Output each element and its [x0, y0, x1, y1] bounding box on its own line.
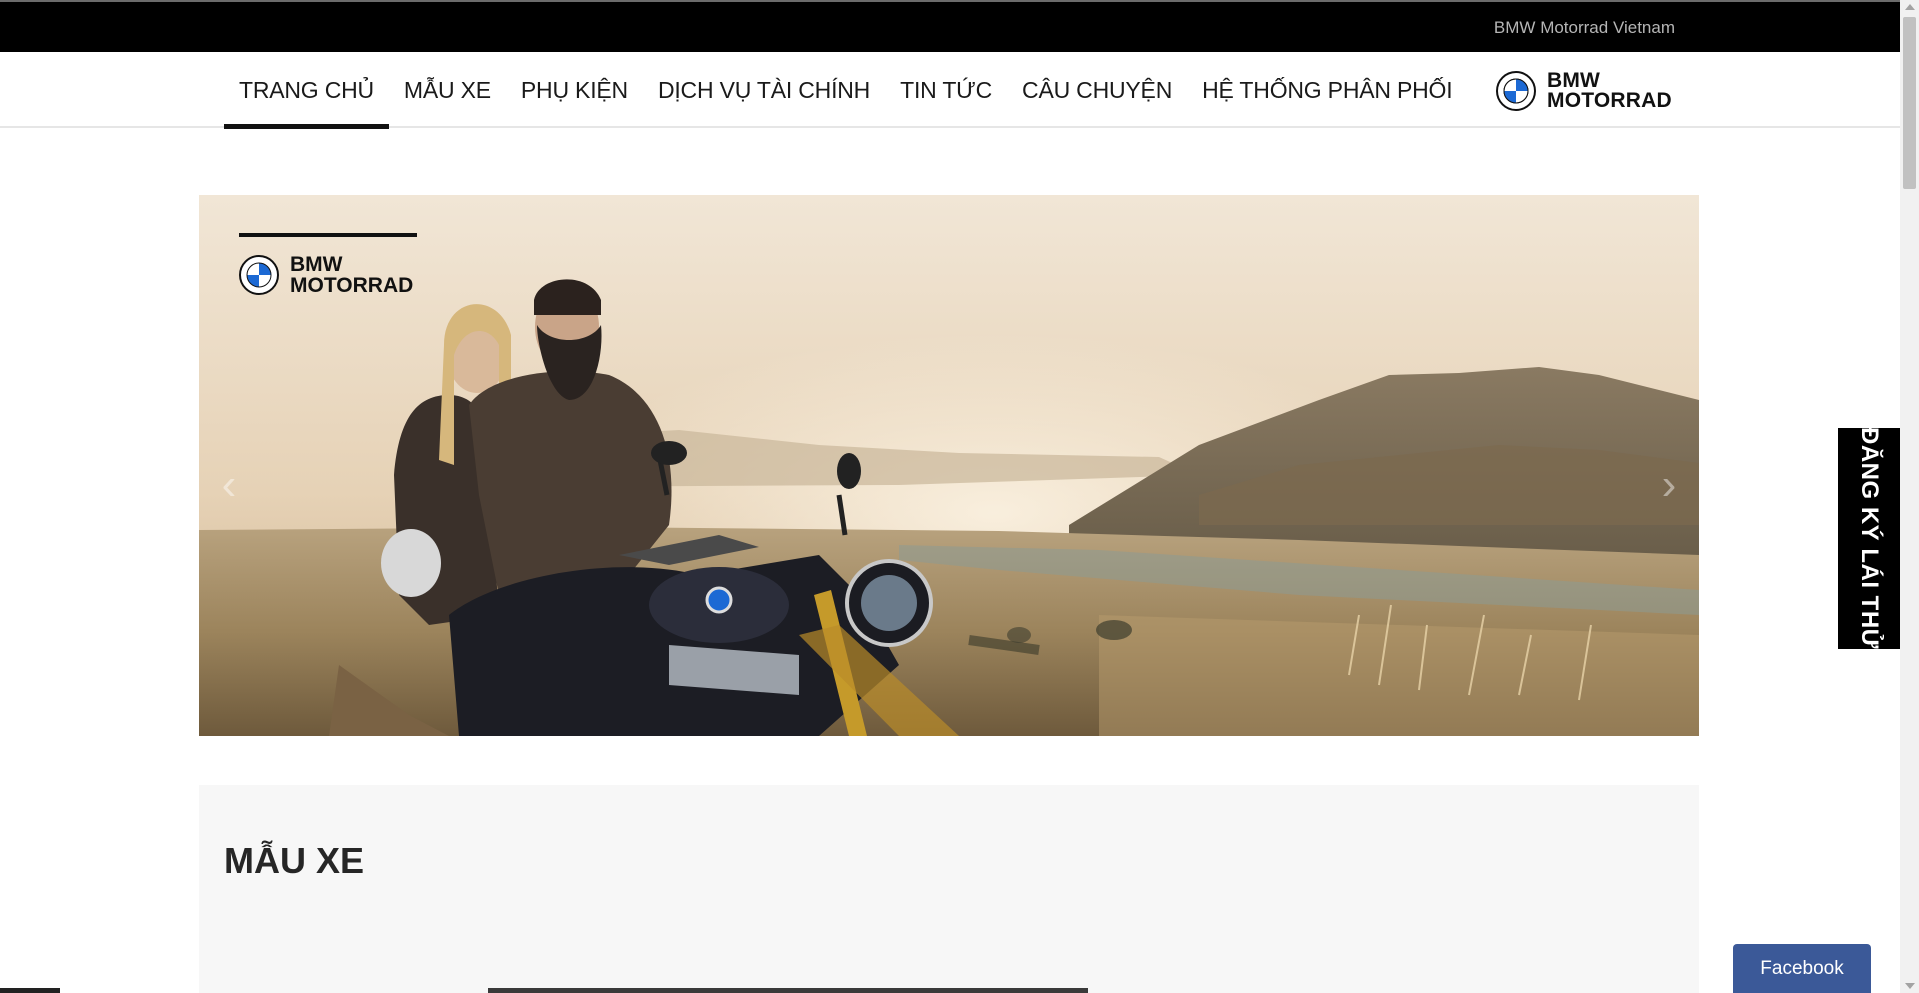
scroll-up-arrow-icon[interactable] — [1905, 4, 1915, 10]
page-scrollbar[interactable] — [1900, 0, 1919, 993]
test-ride-register-tab[interactable]: ĐĂNG KÝ LÁI THỬ — [1838, 427, 1900, 650]
scroll-thumb[interactable] — [1903, 17, 1916, 189]
chevron-right-icon: › — [1661, 460, 1677, 509]
top-bar: BMW Motorrad Vietnam — [0, 0, 1900, 52]
hero-logo-line2: MOTORRAD — [290, 274, 414, 297]
chevron-left-icon: ‹ — [221, 460, 237, 509]
bottom-edge — [0, 988, 1900, 993]
carousel-next-button[interactable]: › — [1639, 365, 1699, 605]
bmw-motorrad-logo[interactable]: BMW MOTORRAD — [1496, 69, 1676, 113]
top-bar-brand-text: BMW Motorrad Vietnam — [1493, 18, 1675, 37]
hero-logo-line1: BMW — [290, 253, 343, 276]
nav-item-mau-xe[interactable]: MẪU XE — [389, 52, 506, 128]
hero-logo-rule — [239, 233, 417, 237]
logo-text-line2: MOTORRAD — [1547, 89, 1672, 112]
nav-item-trang-chu[interactable]: TRANG CHỦ — [224, 52, 389, 129]
bmw-roundel-icon — [1496, 71, 1536, 111]
nav-item-cau-chuyen[interactable]: CÂU CHUYỆN — [1007, 52, 1187, 128]
facebook-button[interactable]: Facebook — [1733, 944, 1871, 993]
logo-text-line1: BMW — [1547, 69, 1601, 92]
models-section-title: MẪU XE — [224, 840, 365, 881]
hero-banner[interactable]: BMW MOTORRAD ‹ › — [199, 195, 1699, 736]
nav-item-phu-kien[interactable]: PHỤ KIỆN — [506, 52, 643, 128]
scroll-down-arrow-icon[interactable] — [1905, 983, 1915, 989]
models-section: MẪU XE — [199, 785, 1699, 993]
hero-logo-text: BMW MOTORRAD — [290, 254, 413, 296]
nav-item-dich-vu-tai-chinh[interactable]: DỊCH VỤ TÀI CHÍNH — [643, 52, 885, 128]
hero-logo: BMW MOTORRAD — [239, 233, 419, 296]
hero-image — [199, 195, 1699, 736]
test-ride-register-label: ĐĂNG KÝ LÁI THỬ — [1856, 427, 1883, 650]
nav-item-tin-tuc[interactable]: TIN TỨC — [885, 52, 1007, 128]
carousel-prev-button[interactable]: ‹ — [199, 365, 259, 605]
nav-list: TRANG CHỦ MẪU XE PHỤ KIỆN DỊCH VỤ TÀI CH… — [224, 52, 1467, 129]
nav-item-he-thong-phan-phoi[interactable]: HỆ THỐNG PHÂN PHỐI — [1187, 52, 1467, 128]
logo-text: BMW MOTORRAD — [1547, 69, 1672, 112]
bmw-roundel-icon — [239, 255, 279, 295]
